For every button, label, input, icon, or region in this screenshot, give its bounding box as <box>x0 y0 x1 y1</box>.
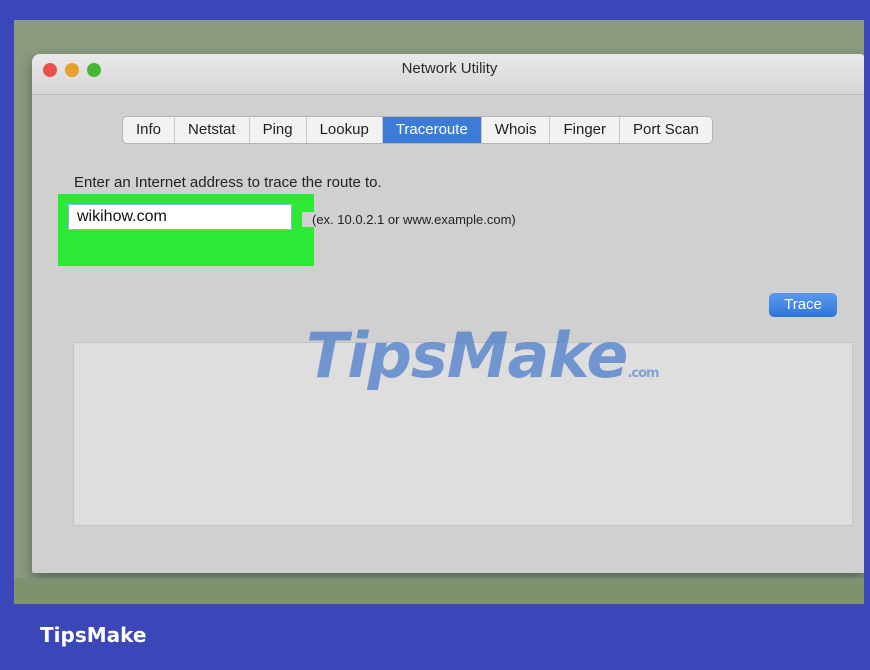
watermark-suffix: .com <box>627 366 659 381</box>
screenshot-photo: Network Utility Info Netstat Ping Lookup… <box>14 20 864 604</box>
tab-netstat[interactable]: Netstat <box>175 117 250 143</box>
traceroute-prompt: Enter an Internet address to trace the r… <box>74 174 382 191</box>
address-input[interactable]: wikihow.com <box>68 204 292 230</box>
tab-whois[interactable]: Whois <box>482 117 551 143</box>
tab-traceroute[interactable]: Traceroute <box>382 117 482 143</box>
tab-lookup[interactable]: Lookup <box>307 117 383 143</box>
tab-finger[interactable]: Finger <box>550 117 621 143</box>
tab-port-scan[interactable]: Port Scan <box>620 117 712 143</box>
photo-background-strip <box>14 578 864 604</box>
tab-info[interactable]: Info <box>123 117 176 143</box>
window-title: Network Utility <box>401 60 498 77</box>
tab-bar: Info Netstat Ping Lookup Traceroute Whoi… <box>122 116 713 144</box>
network-utility-window: Network Utility Info Netstat Ping Lookup… <box>32 54 864 573</box>
title-bar[interactable]: Network Utility <box>32 54 864 95</box>
tab-ping[interactable]: Ping <box>250 117 307 143</box>
address-hint: (ex. 10.0.2.1 or www.example.com) <box>302 212 516 227</box>
footer-brand: TipsMake <box>40 623 147 647</box>
watermark-text: TipsMake <box>306 319 628 392</box>
watermark-logo: TipsMake.com <box>306 319 660 392</box>
trace-button[interactable]: Trace <box>769 293 837 317</box>
